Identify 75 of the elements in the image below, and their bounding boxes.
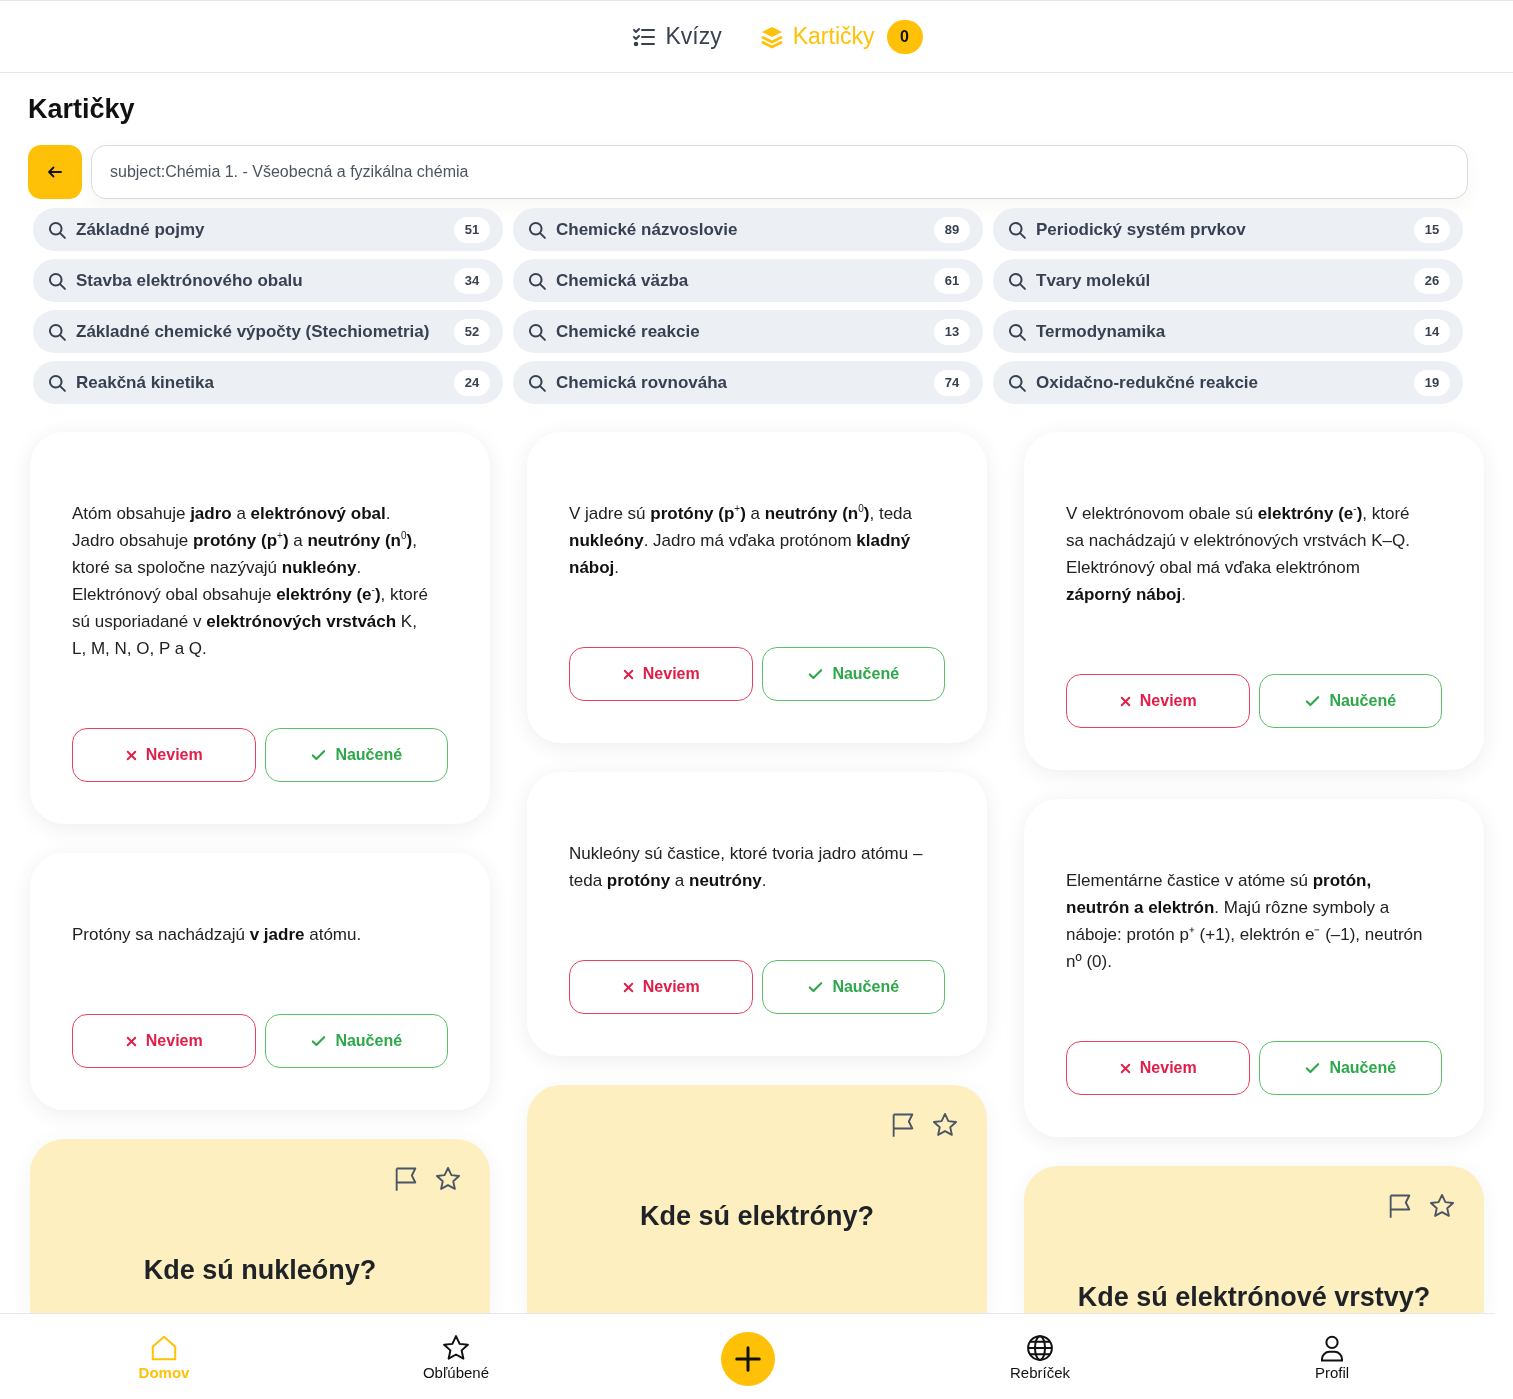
count-badge: 24 [454, 369, 490, 396]
answer-text: Atóm obsahuje jadro a elektrónový obal. Jadro obsahuje protóny (p$^{+}$) a neutróny (n$^{0}$), ktoré sa spoločne nazývajú nukleóny. Elektrónový obal obsahuje elektróny (e$^{-}$), ktoré sú usporiadané v elektrónových vrstvách K, L, M, N, O, P a Q. [72, 503, 429, 660]
count-badge: 14 [1414, 318, 1450, 345]
dont-know-button[interactable]: Neviem [1066, 1041, 1250, 1095]
count-badge: 26 [1414, 267, 1450, 294]
search-icon [47, 321, 67, 342]
layers-icon [759, 24, 784, 49]
search-icon [527, 219, 547, 240]
answer-text: Protóny sa nachádzajú v jadre atómu. [72, 924, 362, 946]
add-button[interactable] [721, 1331, 775, 1386]
globe-icon [1025, 1332, 1055, 1363]
flashcard[interactable]: Kde sú elektróny? [527, 1085, 987, 1313]
search-icon [1007, 321, 1027, 342]
page-title: Kartičky [28, 93, 135, 126]
count-badge: 0 [886, 19, 923, 54]
nav-tab[interactable]: Profil [1314, 1332, 1350, 1381]
answer-text: Elementárne častice v atóme sú protón, neutrón a elektrón. Majú rôzne symboly a náboje: protón p⁺ (+1), elektrón e⁻ (–1), neutrón nº (0). [1066, 870, 1424, 973]
search-icon [1007, 372, 1027, 393]
nav-tab[interactable]: Obľúbené [422, 1332, 490, 1381]
count-badge: 19 [1414, 369, 1450, 396]
flashcard[interactable]: Kde sú nukleóny? [30, 1139, 490, 1313]
nav-tab[interactable]: Rebríček [1010, 1332, 1070, 1381]
dont-know-button[interactable]: Neviem [72, 728, 256, 782]
count-badge: 51 [454, 216, 490, 243]
count-badge: 89 [934, 216, 970, 243]
search-icon [47, 270, 67, 291]
count-badge: 61 [934, 267, 970, 294]
search-field[interactable]: subject:Chémia 1. - Všeobecná a fyzikálna chémia [91, 145, 1468, 199]
answer-text: V jadre sú protóny (p$^{+}$) a neutróny (n$^{0}$), teda nukleóny. Jadro má vďaka protónom kladný náboj. [569, 502, 913, 579]
dont-know-button[interactable]: Neviem [569, 960, 753, 1014]
search-icon [47, 372, 67, 393]
topic-chip[interactable]: Chemická väzba 61 [513, 259, 983, 302]
count-badge: 34 [454, 267, 490, 294]
question-text: Kde sú elektrónové vrstvy? [1077, 1282, 1431, 1313]
plus-icon [733, 1343, 763, 1374]
search-icon [527, 372, 547, 393]
count-badge: 52 [454, 318, 490, 345]
count-badge: 15 [1414, 216, 1450, 243]
answer-text: V elektrónovom obale sú elektróny (e$^{-}$), ktoré sa nachádzajú v elektrónových vrstvách K–Q. Elektrónový obal má vďaka elektrónom záporný náboj. [1066, 502, 1411, 606]
star-icon[interactable] [931, 1111, 959, 1139]
close-icon [621, 667, 635, 681]
dont-know-button[interactable]: Neviem [569, 647, 753, 701]
close-icon [124, 1034, 138, 1048]
dont-know-button[interactable]: Neviem [72, 1014, 256, 1068]
count-badge: 74 [934, 369, 970, 396]
topic-chip[interactable]: Základné pojmy 51 [33, 208, 503, 251]
topic-chip[interactable]: Termodynamika 14 [993, 310, 1463, 353]
question-text: Kde sú nukleóny? [143, 1255, 377, 1286]
topic-chip[interactable]: Chemické reakcie 13 [513, 310, 983, 353]
close-icon [124, 748, 138, 762]
search-icon [47, 219, 67, 240]
topic-chip[interactable]: Reakčná kinetika 24 [33, 361, 503, 404]
star-icon [441, 1332, 471, 1363]
topic-chip[interactable]: Stavba elektrónového obalu 34 [33, 259, 503, 302]
topic-chip[interactable]: Tvary molekúl 26 [993, 259, 1463, 302]
close-icon [621, 980, 635, 994]
topic-chip[interactable]: Chemické názvoslovie 89 [513, 208, 983, 251]
search-icon [1007, 270, 1027, 291]
search-icon [527, 321, 547, 342]
star-icon[interactable] [1428, 1192, 1456, 1220]
flashcard[interactable]: Kde sú elektrónové vrstvy? [1024, 1166, 1484, 1313]
question-text: Kde sú elektróny? [639, 1201, 875, 1232]
star-icon[interactable] [434, 1165, 462, 1193]
search-icon [527, 270, 547, 291]
count-badge: 13 [934, 318, 970, 345]
topic-chip[interactable]: Oxidačno-redukčné reakcie 19 [993, 361, 1463, 404]
answer-text: Nukleóny sú častice, ktoré tvoria jadro atómu – teda protóny a neutróny. [569, 843, 924, 892]
topic-chip[interactable]: Periodický systém prvkov 15 [993, 208, 1463, 251]
topic-chip[interactable]: Základné chemické výpočty (Stechiometria) 52 [33, 310, 503, 353]
dont-know-button[interactable]: Neviem [1066, 674, 1250, 728]
topic-chip[interactable]: Chemická rovnováha 74 [513, 361, 983, 404]
close-icon [1118, 694, 1132, 708]
nav-tab[interactable]: Kvízy [630, 19, 724, 54]
search-icon [1007, 219, 1027, 240]
close-icon [1118, 1061, 1132, 1075]
